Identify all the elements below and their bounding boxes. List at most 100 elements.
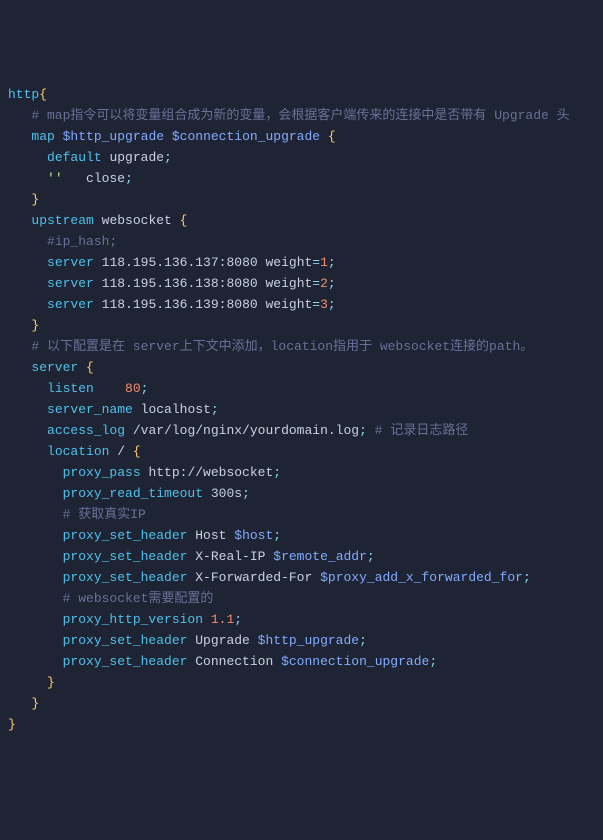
line: } bbox=[8, 192, 39, 207]
dir: server bbox=[47, 276, 94, 291]
line: proxy_pass http://websocket; bbox=[8, 465, 281, 480]
line: server_name localhost; bbox=[8, 402, 219, 417]
semi: ; bbox=[125, 171, 133, 186]
line: #ip_hash; bbox=[8, 234, 117, 249]
dir: default bbox=[47, 150, 102, 165]
url: http://websocket bbox=[148, 465, 273, 480]
semi: ; bbox=[359, 423, 367, 438]
brace: { bbox=[86, 360, 94, 375]
line: server 118.195.136.139:8080 weight=3; bbox=[8, 297, 336, 312]
dir: access_log bbox=[47, 423, 125, 438]
dir: location bbox=[47, 444, 109, 459]
dir: map bbox=[31, 129, 54, 144]
line: default upgrade; bbox=[8, 150, 172, 165]
semi: ; bbox=[273, 528, 281, 543]
line: # map指令可以将变量组合成为新的变量，会根据客户端传来的连接中是否带有 Up… bbox=[8, 108, 570, 123]
dir: proxy_pass bbox=[63, 465, 141, 480]
opt: weight bbox=[265, 255, 312, 270]
dir: server bbox=[47, 255, 94, 270]
host: 118.195.136.139:8080 bbox=[102, 297, 258, 312]
str: '' bbox=[47, 171, 63, 186]
line: proxy_set_header Host $host; bbox=[8, 528, 281, 543]
var: $host bbox=[234, 528, 273, 543]
dir: proxy_set_header bbox=[63, 528, 188, 543]
comment: # websocket需要配置的 bbox=[63, 591, 214, 606]
num: 1 bbox=[320, 255, 328, 270]
line: map $http_upgrade $connection_upgrade { bbox=[8, 129, 336, 144]
comment: # map指令可以将变量组合成为新的变量，会根据客户端传来的连接中是否带有 Up… bbox=[31, 108, 569, 123]
host: 118.195.136.138:8080 bbox=[102, 276, 258, 291]
line: proxy_set_header Connection $connection_… bbox=[8, 654, 437, 669]
dir: proxy_set_header bbox=[63, 570, 188, 585]
var: $proxy_add_x_forwarded_for bbox=[320, 570, 523, 585]
dir: proxy_set_header bbox=[63, 654, 188, 669]
line: upstream websocket { bbox=[8, 213, 187, 228]
comment: # 记录日志路径 bbox=[375, 423, 469, 438]
name: websocket bbox=[102, 213, 172, 228]
num: 1.1 bbox=[211, 612, 234, 627]
dir: proxy_read_timeout bbox=[63, 486, 203, 501]
var: $http_upgrade bbox=[258, 633, 359, 648]
dir: server bbox=[31, 360, 78, 375]
line: # 获取真实IP bbox=[8, 507, 146, 522]
line: http{ bbox=[8, 87, 47, 102]
brace: } bbox=[47, 675, 55, 690]
dir: proxy_set_header bbox=[63, 633, 188, 648]
host: 118.195.136.137:8080 bbox=[102, 255, 258, 270]
num: 2 bbox=[320, 276, 328, 291]
val: 300s bbox=[211, 486, 242, 501]
var: $remote_addr bbox=[273, 549, 367, 564]
dir: server_name bbox=[47, 402, 133, 417]
semi: ; bbox=[164, 150, 172, 165]
semi: ; bbox=[211, 402, 219, 417]
dir: upstream bbox=[31, 213, 93, 228]
brace: { bbox=[133, 444, 141, 459]
semi: ; bbox=[523, 570, 531, 585]
line: } bbox=[8, 675, 55, 690]
line: # websocket需要配置的 bbox=[8, 591, 213, 606]
line: '' close; bbox=[8, 171, 133, 186]
line: proxy_http_version 1.1; bbox=[8, 612, 242, 627]
brace: { bbox=[180, 213, 188, 228]
line: } bbox=[8, 717, 16, 732]
hdr: Host bbox=[195, 528, 226, 543]
var: $connection_upgrade bbox=[281, 654, 429, 669]
line: access_log /var/log/nginx/yourdomain.log… bbox=[8, 423, 468, 438]
path: / bbox=[117, 444, 125, 459]
semi: ; bbox=[234, 612, 242, 627]
line: proxy_set_header Upgrade $http_upgrade; bbox=[8, 633, 367, 648]
semi: ; bbox=[429, 654, 437, 669]
num: 80 bbox=[125, 381, 141, 396]
code-block: http{ # map指令可以将变量组合成为新的变量，会根据客户端传来的连接中是… bbox=[0, 84, 603, 735]
opt: weight bbox=[265, 297, 312, 312]
semi: ; bbox=[328, 297, 336, 312]
brace: } bbox=[31, 192, 39, 207]
semi: ; bbox=[328, 255, 336, 270]
line: } bbox=[8, 696, 39, 711]
semi: ; bbox=[367, 549, 375, 564]
semi: ; bbox=[359, 633, 367, 648]
brace: } bbox=[31, 696, 39, 711]
line: server 118.195.136.137:8080 weight=1; bbox=[8, 255, 336, 270]
line: } bbox=[8, 318, 39, 333]
var: $http_upgrade bbox=[63, 129, 164, 144]
dir: listen bbox=[47, 381, 94, 396]
semi: ; bbox=[273, 465, 281, 480]
hdr: X-Forwarded-For bbox=[195, 570, 312, 585]
brace: } bbox=[31, 318, 39, 333]
brace: { bbox=[39, 87, 47, 102]
line: # 以下配置是在 server上下文中添加，location指用于 websoc… bbox=[8, 339, 533, 354]
eq: = bbox=[312, 255, 320, 270]
path: /var/log/nginx/yourdomain.log bbox=[133, 423, 359, 438]
dir: server bbox=[47, 297, 94, 312]
dir: proxy_set_header bbox=[63, 549, 188, 564]
line: proxy_read_timeout 300s; bbox=[8, 486, 250, 501]
dir: proxy_http_version bbox=[63, 612, 203, 627]
semi: ; bbox=[328, 276, 336, 291]
line: server 118.195.136.138:8080 weight=2; bbox=[8, 276, 336, 291]
line: proxy_set_header X-Real-IP $remote_addr; bbox=[8, 549, 375, 564]
val: upgrade bbox=[109, 150, 164, 165]
comment: # 以下配置是在 server上下文中添加，location指用于 websoc… bbox=[31, 339, 533, 354]
val: close bbox=[86, 171, 125, 186]
eq: = bbox=[312, 297, 320, 312]
